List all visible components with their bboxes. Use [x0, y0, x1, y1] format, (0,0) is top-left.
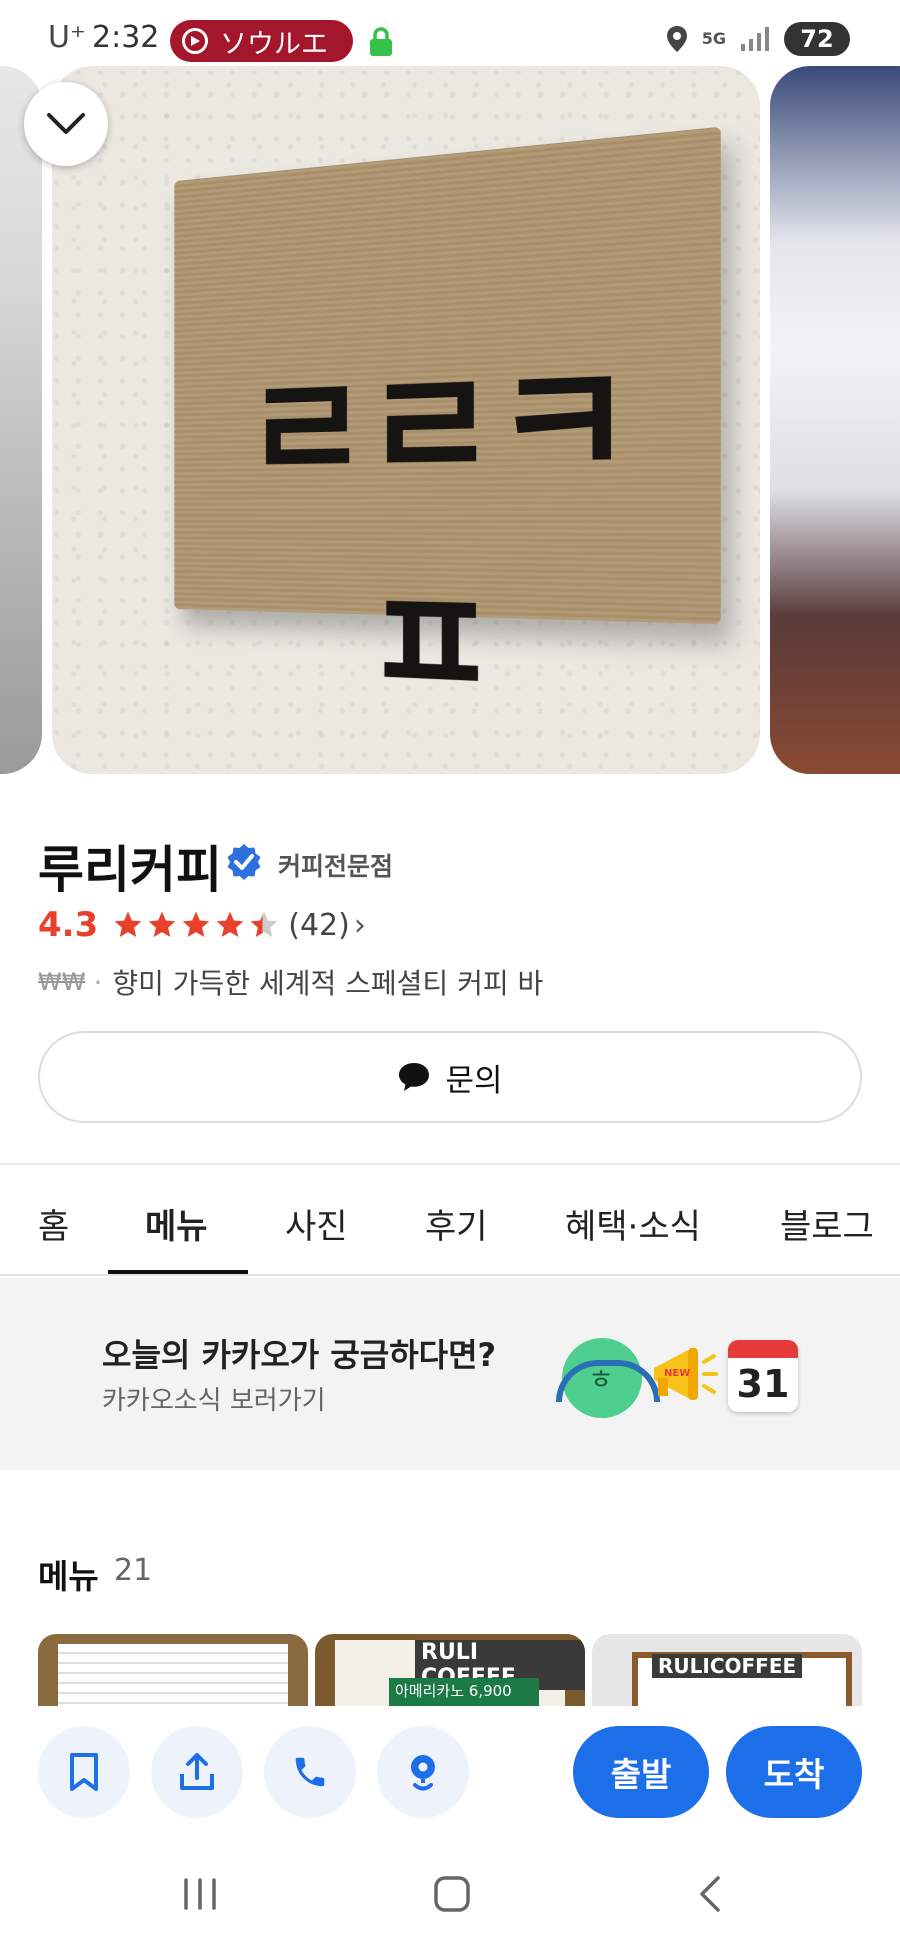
- photo-carousel[interactable]: ㄹㄹㅋㅍ: [0, 66, 900, 774]
- tab-home[interactable]: 홈: [38, 1199, 69, 1248]
- menu-thumbnails: RULI COFFEE 아메리카노 6,900 RULICOFFEE: [38, 1634, 862, 1706]
- character-headset-icon: [556, 1338, 660, 1418]
- sign-text: ㄹㄹㅋㅍ: [244, 331, 630, 736]
- phone-icon: [295, 1757, 325, 1787]
- review-count: (42): [288, 907, 350, 943]
- bottom-action-bar: 출발 도착: [0, 1706, 900, 1844]
- bookmark-button[interactable]: [38, 1726, 130, 1818]
- verified-badge-icon: [227, 844, 261, 880]
- location-icon: [666, 26, 687, 52]
- separator-dot: ·: [93, 965, 103, 999]
- system-nav-bar: [0, 1844, 900, 1950]
- kakao-news-banner[interactable]: 오늘의 카카오가 궁금하다면? 카카오소식 보러가기 NEW 31: [0, 1278, 900, 1470]
- rating-row[interactable]: 4.3 (42) ›: [38, 905, 366, 945]
- menu-board-item: 아메리카노 6,900: [389, 1678, 539, 1706]
- menu-count: 21: [114, 1553, 153, 1588]
- arrive-button[interactable]: 도착: [726, 1726, 862, 1818]
- chevron-down-icon: [47, 113, 85, 134]
- photo-main[interactable]: ㄹㄹㅋㅍ: [52, 66, 760, 774]
- lock-icon: [370, 27, 392, 56]
- record-icon: [182, 28, 208, 54]
- screen-recording-pill[interactable]: ソウルエ: [170, 20, 353, 62]
- depart-button[interactable]: 출발: [573, 1726, 709, 1818]
- recording-label: ソウルエ: [220, 28, 328, 60]
- clock: 2:32: [92, 20, 160, 55]
- recents-icon[interactable]: [180, 1874, 220, 1914]
- calendar-number: 31: [736, 1362, 790, 1406]
- photo-next[interactable]: [770, 66, 900, 774]
- tab-photos[interactable]: 사진: [285, 1199, 348, 1248]
- rating-value: 4.3: [38, 905, 99, 945]
- signal-icon: [741, 27, 769, 51]
- photo-previous[interactable]: [0, 66, 42, 774]
- carrier-label: U⁺: [48, 20, 86, 55]
- chat-bubble-icon: [399, 1063, 430, 1091]
- chevron-right-icon: ›: [353, 907, 366, 943]
- collapse-button[interactable]: [24, 82, 108, 166]
- back-icon[interactable]: [690, 1874, 730, 1914]
- svg-text:NEW: NEW: [664, 1368, 690, 1379]
- pin-icon: [411, 1755, 435, 1791]
- place-pin-button[interactable]: [377, 1726, 469, 1818]
- tab-menu[interactable]: 메뉴: [145, 1199, 208, 1248]
- price-level: ₩₩: [38, 968, 86, 996]
- star-icon: [114, 911, 142, 937]
- place-name: 루리커피: [38, 841, 222, 899]
- network-label: 5G: [701, 29, 726, 48]
- tab-bar: 홈 메뉴 사진 후기 혜택·소식 블로그: [0, 1166, 900, 1276]
- menu-section-title: 메뉴: [38, 1557, 99, 1596]
- calendar-icon: 31: [728, 1340, 798, 1412]
- star-rating: [112, 909, 280, 941]
- inquiry-button[interactable]: 문의: [38, 1031, 862, 1123]
- banner-title: 오늘의 카카오가 궁금하다면?: [102, 1336, 497, 1374]
- tab-reviews[interactable]: 후기: [425, 1199, 488, 1248]
- status-bar: U⁺ 2:32 ソウルエ 5G 72: [0, 0, 900, 66]
- menu-thumbnail[interactable]: [38, 1634, 308, 1706]
- star-icon: [216, 911, 244, 937]
- bookmark-icon: [70, 1753, 98, 1791]
- star-icon: [182, 911, 210, 937]
- place-description: 향미 가득한 세계적 스페셜티 커피 바: [112, 967, 544, 1000]
- battery-indicator: 72: [784, 22, 850, 56]
- menu-thumbnail[interactable]: RULI COFFEE 아메리카노 6,900: [315, 1634, 585, 1706]
- menu-board-logo: RULICOFFEE: [652, 1654, 803, 1678]
- inquiry-label: 문의: [445, 1062, 503, 1099]
- status-icons: 5G 72: [666, 22, 850, 56]
- share-button[interactable]: [151, 1726, 243, 1818]
- megaphone-icon: NEW: [654, 1348, 718, 1400]
- menu-thumbnail[interactable]: RULICOFFEE: [592, 1634, 862, 1706]
- section-divider: [0, 1163, 900, 1165]
- call-button[interactable]: [264, 1726, 356, 1818]
- burlap-sign: ㄹㄹㅋㅍ: [174, 126, 721, 736]
- star-half-icon: [250, 911, 278, 937]
- active-tab-indicator: [108, 1270, 248, 1274]
- star-icon: [148, 911, 176, 937]
- place-category: 커피전문점: [278, 852, 394, 881]
- banner-subtitle: 카카오소식 보러가기: [102, 1386, 326, 1416]
- description-row: ₩₩ · 향미 가득한 세계적 스페셜티 커피 바: [38, 962, 543, 1002]
- tab-blog[interactable]: 블로그: [780, 1199, 874, 1248]
- share-icon: [180, 1753, 214, 1790]
- tab-benefits-news[interactable]: 혜택·소식: [565, 1199, 701, 1248]
- home-icon[interactable]: [432, 1874, 472, 1914]
